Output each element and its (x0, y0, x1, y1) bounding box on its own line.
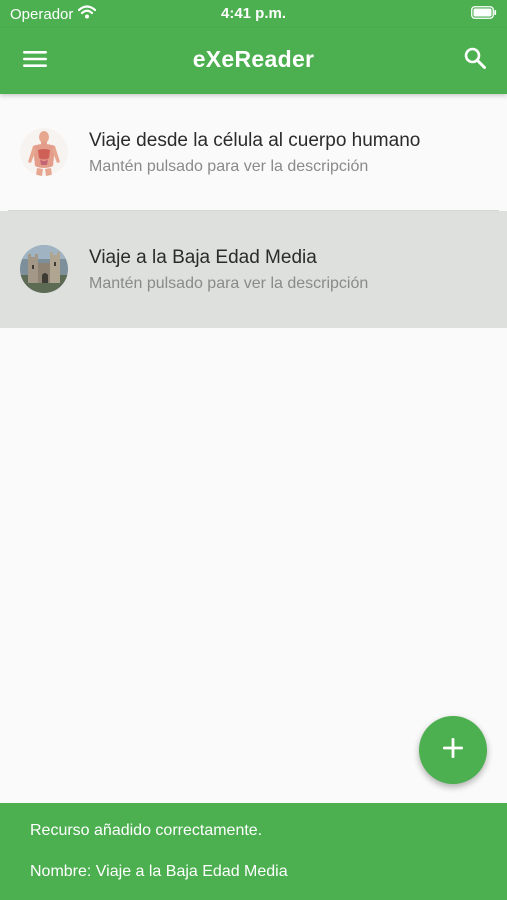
resource-subtitle: Mantén pulsado para ver la descripción (89, 275, 369, 292)
medieval-castle-thumbnail (20, 245, 68, 293)
plus-icon (443, 737, 463, 763)
human-anatomy-thumbnail (20, 128, 68, 176)
search-icon (463, 46, 487, 75)
app-bar: eXeReader (0, 28, 507, 94)
battery-icon (471, 6, 497, 23)
app-title: eXeReader (192, 46, 315, 72)
status-time: 4:41 p.m. (220, 5, 287, 22)
snackbar: Recurso añadido correctamente. Nombre: V… (0, 803, 507, 900)
search-button[interactable] (457, 42, 493, 78)
add-resource-button[interactable] (419, 716, 487, 784)
status-bar: Operador 4:41 p.m. (0, 0, 507, 28)
resource-item[interactable]: Viaje a la Baja Edad Media Mantén pulsad… (0, 211, 507, 328)
snackbar-detail: Nombre: Viaje a la Baja Edad Media (30, 863, 288, 880)
resource-item[interactable]: Viaje desde la célula al cuerpo humano M… (0, 94, 507, 211)
resource-title: Viaje desde la célula al cuerpo humano (89, 130, 421, 151)
resource-list: Viaje desde la célula al cuerpo humano M… (0, 94, 507, 328)
resource-subtitle: Mantén pulsado para ver la descripción (89, 158, 369, 175)
snackbar-message: Recurso añadido correctamente. (30, 822, 263, 839)
resource-title: Viaje a la Baja Edad Media (89, 247, 317, 268)
